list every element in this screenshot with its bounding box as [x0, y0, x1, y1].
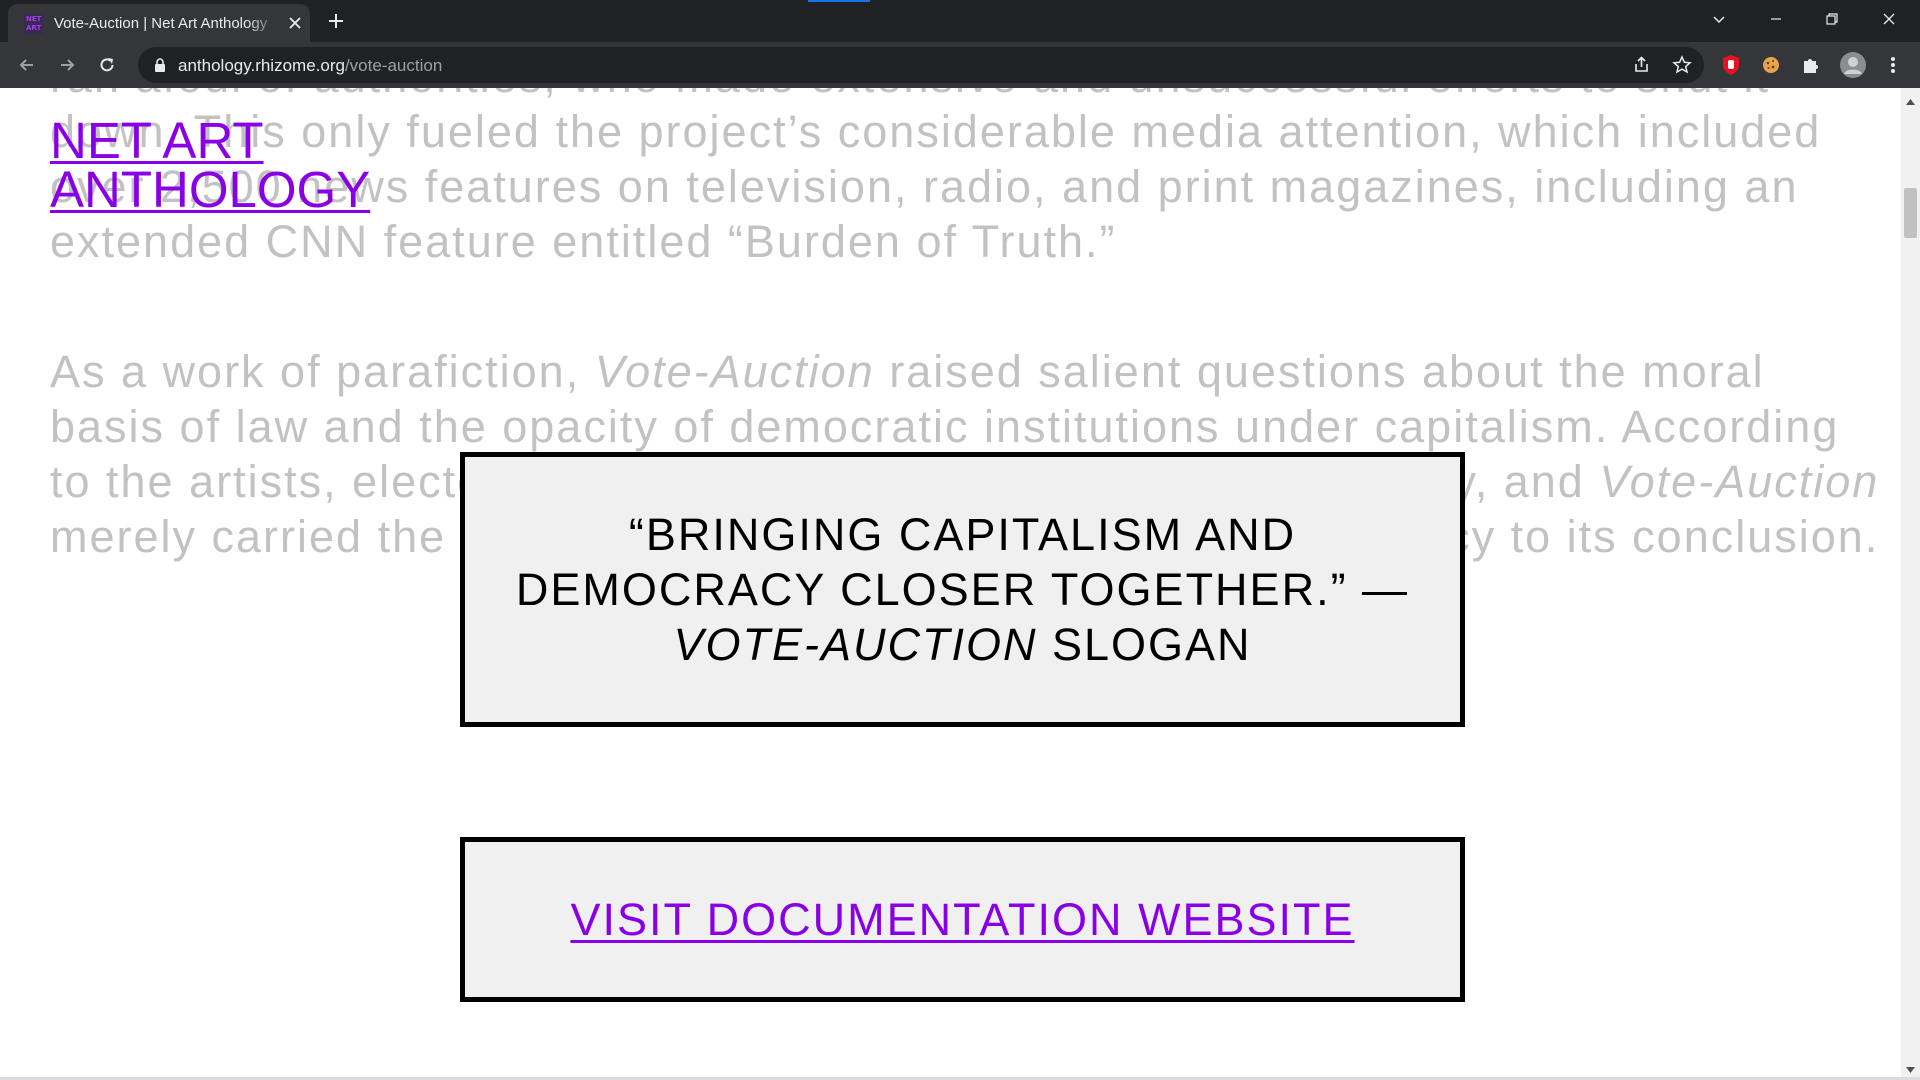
work-title: Vote-Auction: [1599, 456, 1880, 507]
page-viewport: ran afoul of authorities, who made exten…: [0, 88, 1901, 1078]
net-art-anthology-logo-link[interactable]: NET ART ANTHOLOGY: [50, 115, 410, 215]
bookmark-star-icon[interactable]: [1671, 54, 1693, 76]
pull-quote-box: “Bringing capitalism and democracy close…: [460, 452, 1465, 727]
cookie-extension-icon[interactable]: [1758, 52, 1784, 78]
new-tab-icon[interactable]: [324, 9, 348, 33]
scroll-up-arrow-icon[interactable]: [1906, 92, 1915, 110]
minimize-icon[interactable]: [1748, 0, 1804, 38]
quote-attribution: slogan: [1037, 619, 1252, 670]
quote-text: “Bringing capitalism and democracy close…: [515, 509, 1410, 615]
back-icon[interactable]: [14, 52, 40, 78]
reload-icon[interactable]: [94, 52, 120, 78]
address-bar[interactable]: anthology.rhizome.org/vote-auction: [138, 47, 1704, 83]
scroll-thumb[interactable]: [1904, 188, 1917, 238]
url-host: anthology.rhizome.org: [178, 56, 345, 75]
logo-line: ANTHOLOGY: [50, 161, 371, 218]
adblock-extension-icon[interactable]: [1718, 52, 1744, 78]
url-text: anthology.rhizome.org/vote-auction: [178, 56, 442, 76]
tab-close-icon[interactable]: [286, 14, 304, 32]
puzzle-extensions-icon[interactable]: [1798, 52, 1824, 78]
kebab-menu-icon[interactable]: [1880, 52, 1906, 78]
tab-strip: NET ART Vote-Auction | Net Art Anthology: [0, 0, 1920, 42]
page-scrollbar[interactable]: [1901, 88, 1920, 1078]
lock-icon[interactable]: [154, 58, 166, 77]
quote-work-title: Vote-Auction: [673, 619, 1038, 670]
work-title: Vote-Auction: [594, 346, 875, 397]
profile-avatar[interactable]: [1840, 52, 1866, 78]
loading-indicator: [808, 0, 870, 2]
site-favicon: NET ART: [24, 14, 44, 34]
forward-icon[interactable]: [54, 52, 80, 78]
dropdown-icon[interactable]: [1691, 0, 1747, 38]
browser-toolbar: anthology.rhizome.org/vote-auction: [0, 42, 1920, 88]
documentation-link-box: Visit documentation website: [460, 837, 1465, 1002]
close-window-icon[interactable]: [1861, 0, 1917, 38]
scroll-down-arrow-icon[interactable]: [1906, 1060, 1915, 1078]
share-icon[interactable]: [1631, 54, 1653, 76]
paragraph-text: As a work of parafiction,: [50, 346, 595, 397]
visit-documentation-link[interactable]: Visit documentation website: [570, 894, 1354, 946]
tab-title: Vote-Auction | Net Art Anthology: [54, 15, 268, 32]
browser-tab-active[interactable]: NET ART Vote-Auction | Net Art Anthology: [8, 4, 310, 42]
pull-quote: “Bringing capitalism and democracy close…: [503, 507, 1423, 672]
restore-icon[interactable]: [1804, 0, 1860, 38]
url-path: /vote-auction: [344, 56, 443, 75]
